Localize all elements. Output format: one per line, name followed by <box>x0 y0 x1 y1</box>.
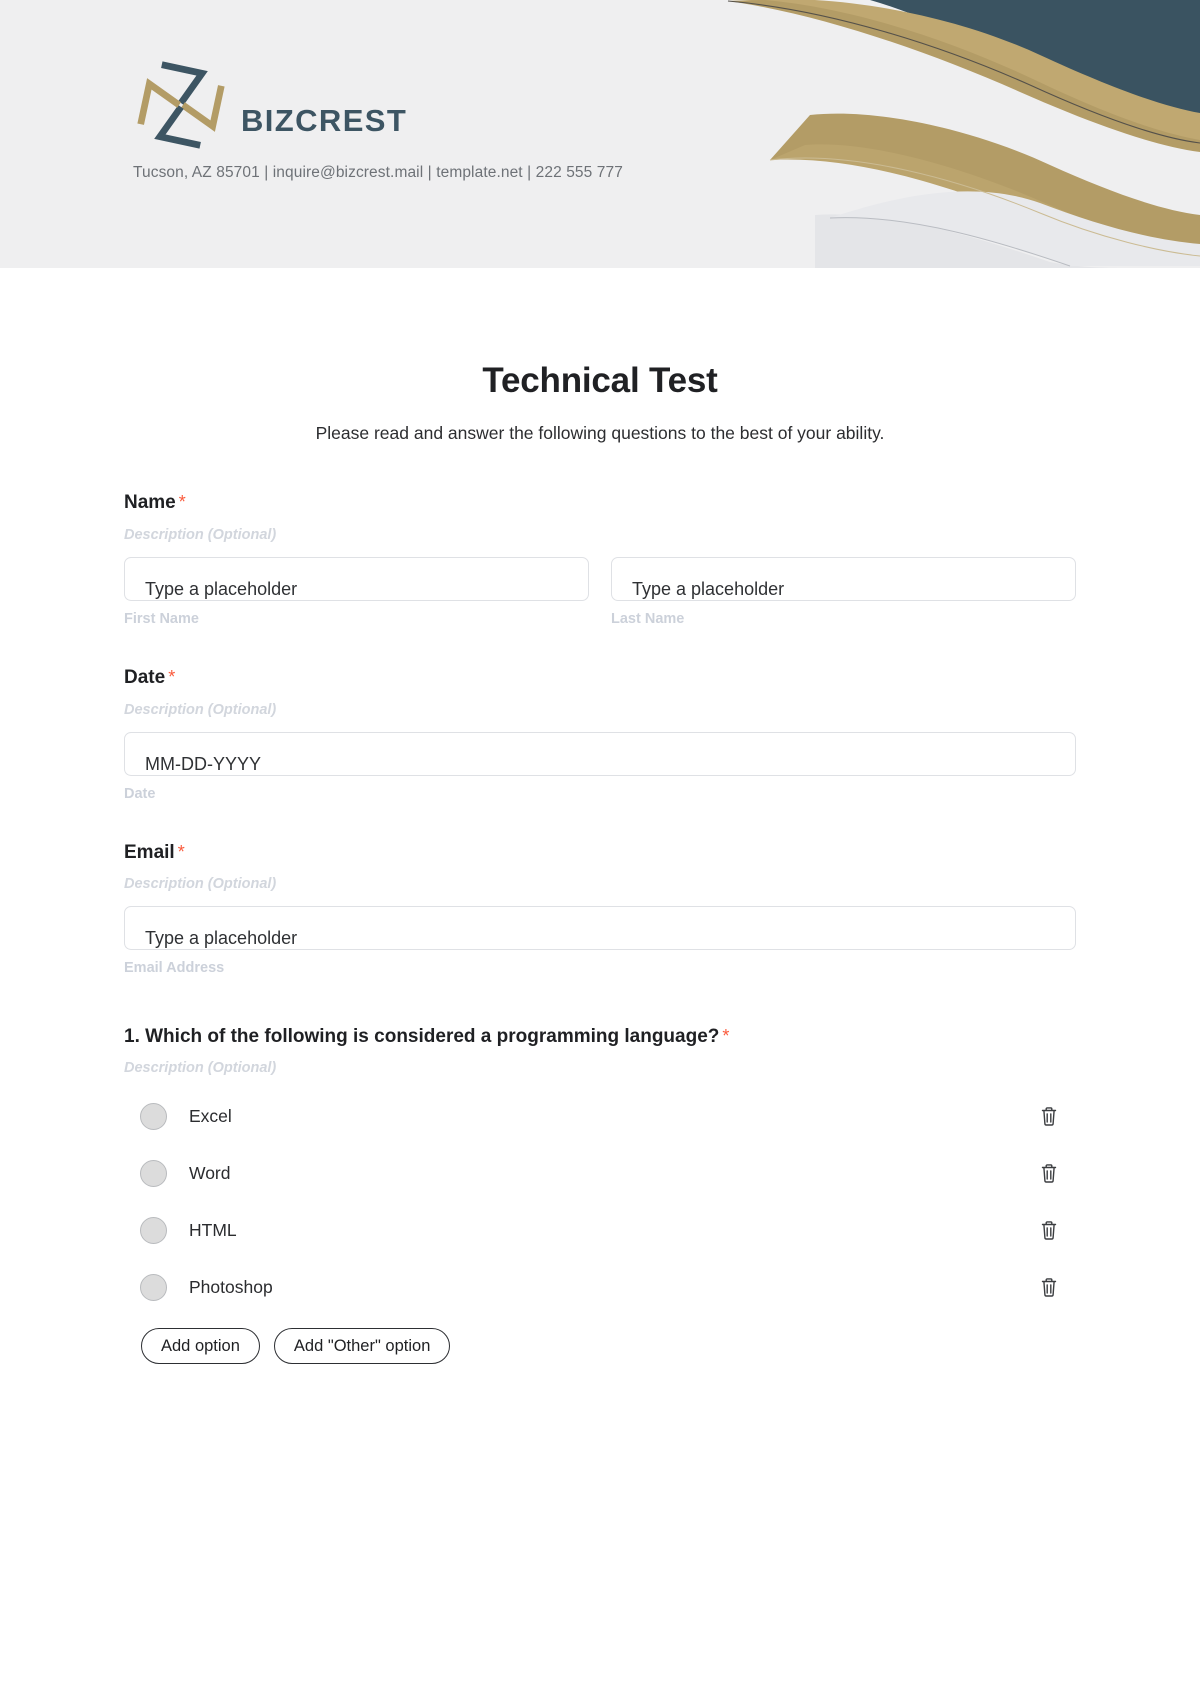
option-action-buttons: Add option Add "Other" option <box>124 1328 1076 1365</box>
trash-icon <box>1041 1107 1057 1127</box>
field-description: Description (Optional) <box>124 526 277 543</box>
sub-label-row: Date <box>124 786 1076 802</box>
page-title: Technical Test <box>482 361 718 400</box>
delete-option-button[interactable] <box>1036 1160 1062 1186</box>
field-label: Name * <box>124 492 1076 515</box>
option-row[interactable]: Excel <box>124 1100 1076 1132</box>
last-name-input[interactable]: Type a placeholder <box>611 556 1076 601</box>
brand-contact-line: Tucson, AZ 85701 | inquire@bizcrest.mail… <box>133 164 623 181</box>
form-sheet: Technical Test Please read and answer th… <box>0 268 1200 1405</box>
required-marker: * <box>177 841 185 862</box>
input-value: Type a placeholder <box>145 578 298 599</box>
question-label-text: 1. Which of the following is considered … <box>124 1026 720 1048</box>
brand-name: BIZCREST <box>241 102 408 138</box>
input-value: MM-DD-YYYY <box>145 753 261 774</box>
delete-option-button[interactable] <box>1036 1103 1062 1129</box>
required-marker: * <box>178 492 186 512</box>
question-label: 1. Which of the following is considered … <box>124 1026 1076 1048</box>
delete-option-button[interactable] <box>1036 1217 1062 1243</box>
option-label: HTML <box>189 1219 237 1240</box>
option-label: Word <box>189 1162 231 1183</box>
sub-label-row: First Name Last Name <box>124 611 1076 627</box>
trash-icon <box>1041 1221 1057 1241</box>
email-input[interactable]: Type a placeholder <box>124 906 1076 951</box>
field-label: Email * <box>124 842 1076 865</box>
add-other-option-button[interactable]: Add "Other" option <box>273 1328 451 1365</box>
input-value: Type a placeholder <box>145 928 298 949</box>
radio-button-icon[interactable] <box>140 1102 167 1130</box>
radio-button-icon[interactable] <box>140 1159 167 1187</box>
brand-row: BIZCREST <box>133 55 623 155</box>
date-input[interactable]: MM-DD-YYYY <box>124 731 1076 776</box>
brand-block: BIZCREST Tucson, AZ 85701 | inquire@bizc… <box>133 55 623 182</box>
trash-icon <box>1041 1278 1057 1298</box>
add-option-button[interactable]: Add option <box>141 1328 260 1365</box>
option-row[interactable]: HTML <box>124 1214 1076 1246</box>
sub-label-email-address: Email Address <box>124 960 225 977</box>
field-name: Name * Description (Optional) Type a plac… <box>124 492 1076 627</box>
question-block-1: 1. Which of the following is considered … <box>124 1026 1076 1365</box>
option-row[interactable]: Photoshop <box>124 1271 1076 1303</box>
field-date: Date * Description (Optional) MM-DD-YYYY … <box>124 667 1076 802</box>
radio-button-icon[interactable] <box>140 1273 167 1301</box>
bizcrest-pinwheel-logo-icon <box>137 61 225 149</box>
input-row: Type a placeholder <box>124 906 1076 951</box>
form-fields: Name * Description (Optional) Type a plac… <box>0 492 1200 1365</box>
first-name-input[interactable]: Type a placeholder <box>124 556 589 601</box>
required-marker: * <box>722 1026 730 1047</box>
field-label-text: Name <box>124 492 176 513</box>
page-subtitle: Please read and answer the following que… <box>315 423 885 443</box>
field-label-text: Date <box>124 666 166 688</box>
option-label: Excel <box>189 1105 232 1126</box>
letterhead-header: BIZCREST Tucson, AZ 85701 | inquire@bizc… <box>0 0 1200 268</box>
field-label-text: Email <box>124 841 175 863</box>
sub-label-first-name: First Name <box>124 610 199 627</box>
decorative-wave-graphic <box>727 0 1200 268</box>
field-description: Description (Optional) <box>124 876 277 893</box>
input-row: Type a placeholder Type a placeholder <box>124 556 1076 601</box>
delete-option-button[interactable] <box>1036 1274 1062 1300</box>
input-value: Type a placeholder <box>632 578 785 599</box>
radio-button-icon[interactable] <box>140 1216 167 1244</box>
sub-label-row: Email Address <box>124 960 1076 976</box>
option-label: Photoshop <box>189 1276 273 1297</box>
sub-label-date: Date <box>124 785 156 802</box>
trash-icon <box>1041 1164 1057 1184</box>
question-description: Description (Optional) <box>124 1060 277 1077</box>
options-list: Excel Word HTML Photoshop <box>124 1100 1076 1303</box>
field-description: Description (Optional) <box>124 701 277 718</box>
input-row: MM-DD-YYYY <box>124 731 1076 776</box>
field-email: Email * Description (Optional) Type a pla… <box>124 842 1076 976</box>
field-label: Date * <box>124 667 1076 690</box>
sub-label-last-name: Last Name <box>611 610 685 627</box>
required-marker: * <box>168 666 176 687</box>
option-row[interactable]: Word <box>124 1157 1076 1189</box>
